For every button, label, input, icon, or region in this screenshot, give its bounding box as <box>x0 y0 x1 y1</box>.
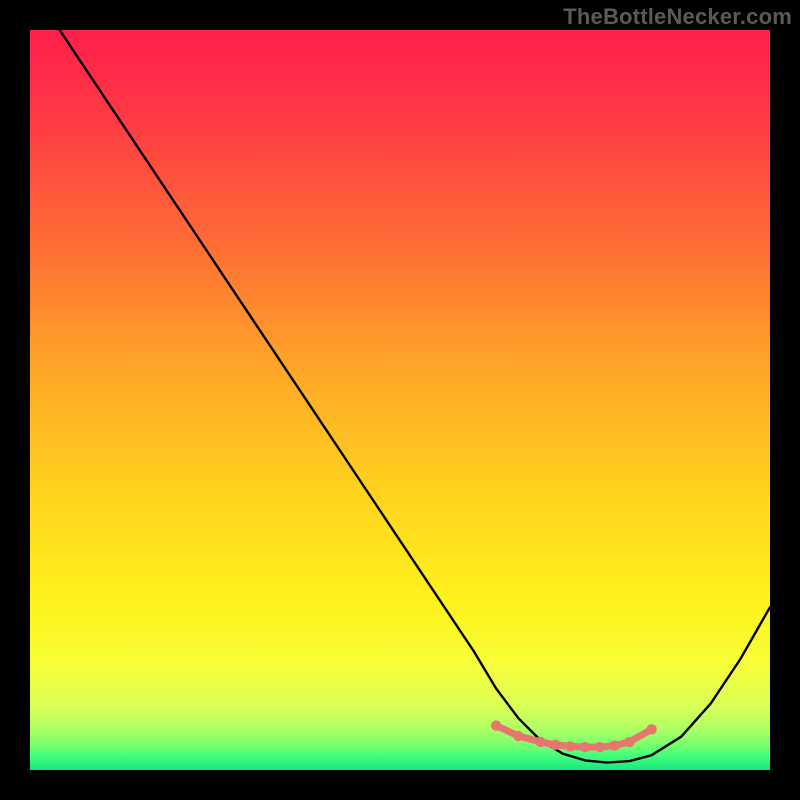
chart-frame: TheBottleNecker.com <box>0 0 800 800</box>
optimal-marker-dot <box>595 742 605 752</box>
optimal-marker-dot <box>491 720 501 730</box>
optimal-marker-dot <box>580 742 590 752</box>
bottleneck-chart <box>30 30 770 770</box>
gradient-background <box>30 30 770 770</box>
optimal-marker-dot <box>624 737 634 747</box>
optimal-marker-dot <box>565 741 575 751</box>
optimal-marker-dot <box>513 731 523 741</box>
optimal-marker-dot <box>535 737 545 747</box>
optimal-marker-dot <box>550 740 560 750</box>
watermark-text: TheBottleNecker.com <box>563 4 792 30</box>
optimal-marker-dot <box>609 740 619 750</box>
optimal-marker-dot <box>646 724 656 734</box>
